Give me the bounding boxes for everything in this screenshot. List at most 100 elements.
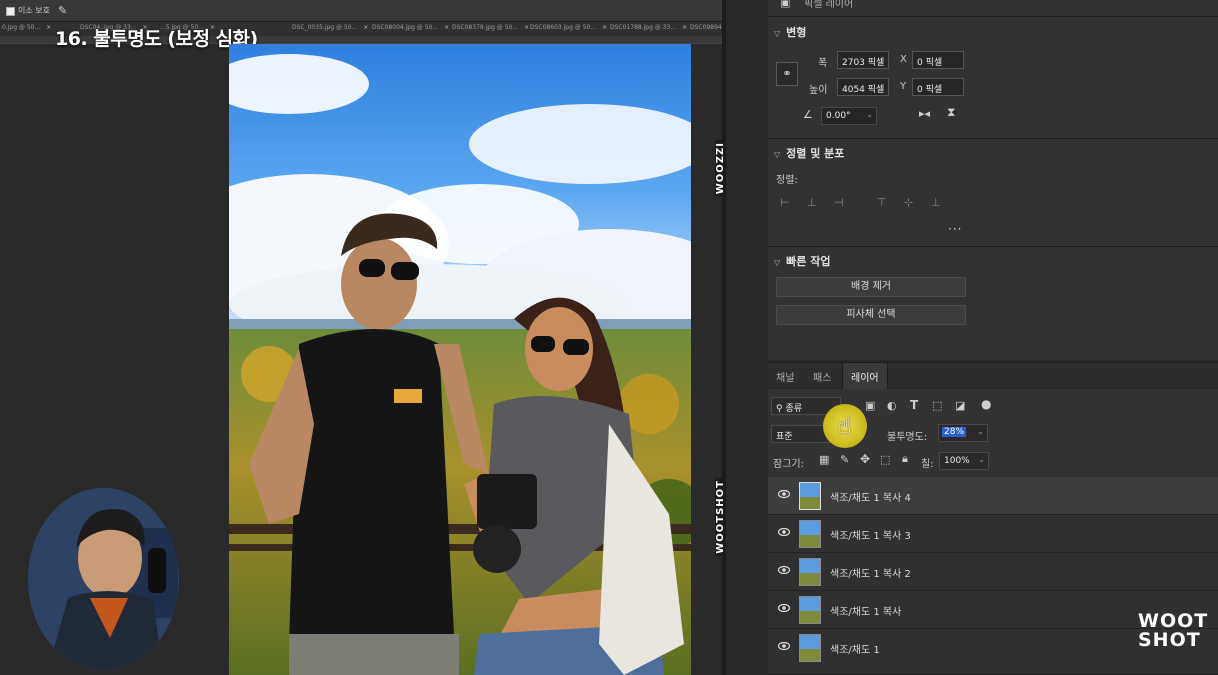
height-label: 높이 bbox=[809, 85, 828, 96]
chevron-down-icon[interactable]: ⌄ bbox=[866, 110, 873, 119]
lock-artboard-icon[interactable]: ⬚ bbox=[880, 453, 890, 466]
width-label: 폭 bbox=[818, 58, 828, 69]
pixel-filter-icon[interactable]: ▣ bbox=[865, 399, 875, 412]
blend-mode-dropdown[interactable]: 표준 bbox=[771, 425, 831, 443]
protect-checkbox[interactable] bbox=[6, 7, 15, 16]
align-middle-icon[interactable]: ⊹ bbox=[904, 196, 913, 209]
visibility-eye-icon[interactable] bbox=[778, 603, 790, 613]
layer-row[interactable]: 색조/채도 1 복사 2 bbox=[768, 553, 1218, 591]
separator bbox=[768, 138, 1218, 139]
close-icon[interactable]: × bbox=[524, 24, 529, 31]
tab-layers[interactable]: 레이어 bbox=[842, 363, 888, 389]
doc-tab[interactable]: DSC08603.jpg @ 50... × bbox=[530, 24, 607, 31]
document-canvas-photo[interactable] bbox=[229, 44, 691, 675]
doc-tab-label: DSC01788.jpg @ 33... bbox=[610, 24, 677, 31]
hand-cursor-icon: ☝ bbox=[838, 414, 852, 439]
options-bar: 이소 보호 ✎ bbox=[0, 0, 722, 22]
smart-object-filter-icon[interactable]: ◪ bbox=[955, 399, 965, 412]
close-icon[interactable]: × bbox=[444, 24, 449, 31]
brush-icon[interactable]: ✎ bbox=[58, 4, 67, 17]
align-center-icon[interactable]: ⊥ bbox=[807, 196, 817, 209]
filter-toggle-icon[interactable]: ● bbox=[981, 397, 991, 411]
fill-value: 100% bbox=[944, 456, 970, 466]
visibility-eye-icon[interactable] bbox=[778, 527, 790, 537]
layer-filter-label: 종류 bbox=[785, 404, 803, 414]
chevron-down-icon: ▽ bbox=[774, 29, 781, 38]
select-subject-button[interactable]: 피사체 선택 bbox=[776, 305, 966, 325]
separator bbox=[768, 246, 1218, 247]
doc-tab-label: DSC_0035.jpg @ 50... bbox=[292, 24, 358, 31]
x-field[interactable]: 0 픽셀 bbox=[912, 51, 964, 69]
angle-icon: ∠ bbox=[803, 108, 813, 121]
visibility-eye-icon[interactable] bbox=[778, 489, 790, 499]
doc-tab[interactable]: DSC08379.jpg @ 50... × bbox=[452, 24, 529, 31]
angle-field[interactable]: 0.00° ⌄ bbox=[821, 107, 877, 125]
layer-row[interactable]: 색조/채도 1 복사 3 bbox=[768, 515, 1218, 553]
align-section-header[interactable]: ▽ 정렬 및 분포 bbox=[774, 145, 844, 161]
align-title: 정렬 및 분포 bbox=[786, 147, 845, 160]
align-top-icon[interactable]: ⊤ bbox=[877, 196, 887, 209]
layer-name: 색조/채도 1 복사 4 bbox=[830, 493, 911, 504]
tab-channels[interactable]: 채널 bbox=[776, 369, 794, 384]
doc-tab[interactable]: DSC_0035.jpg @ 50... × bbox=[292, 24, 368, 31]
properties-type-label: 픽셀 레이어 bbox=[804, 0, 854, 10]
close-icon[interactable]: × bbox=[46, 24, 51, 31]
chevron-down-icon[interactable]: ⌄ bbox=[977, 427, 984, 436]
link-dimensions-icon[interactable]: ⚭ bbox=[776, 62, 798, 86]
more-options-icon[interactable]: ··· bbox=[948, 222, 962, 236]
lock-position-icon[interactable]: ✥ bbox=[860, 452, 870, 466]
step-title: 16. 불투명도 (보정 심화) bbox=[55, 28, 258, 50]
visibility-eye-icon[interactable] bbox=[778, 565, 790, 575]
close-icon[interactable]: × bbox=[363, 24, 368, 31]
chevron-down-icon[interactable]: ⌄ bbox=[978, 455, 985, 464]
y-label: Y bbox=[900, 81, 907, 92]
photo-illustration bbox=[229, 44, 691, 675]
lock-pixels-icon[interactable]: ✎ bbox=[840, 453, 849, 466]
flip-vertical-icon[interactable]: ⧗ bbox=[947, 105, 955, 120]
layer-thumbnail bbox=[799, 634, 821, 662]
opacity-field[interactable]: 28% ⌄ bbox=[938, 424, 988, 442]
presenter-portrait bbox=[28, 488, 179, 670]
quick-actions-title: 빠른 작업 bbox=[786, 255, 831, 268]
doc-tab[interactable]: 0.jpg @ 50... × bbox=[2, 24, 51, 31]
align-right-icon[interactable]: ⊣ bbox=[834, 196, 844, 209]
remove-background-button[interactable]: 배경 제거 bbox=[776, 277, 966, 297]
align-left-icon[interactable]: ⊢ bbox=[780, 196, 790, 209]
align-bottom-icon[interactable]: ⊥ bbox=[931, 196, 941, 209]
watermark-woozzi: WOOZZI bbox=[715, 140, 726, 197]
lock-all-icon[interactable]: 🔒︎ bbox=[902, 452, 908, 466]
chevron-down-icon: ▽ bbox=[774, 258, 781, 267]
opacity-label: 불투명도: bbox=[887, 432, 928, 443]
y-field[interactable]: 0 픽셀 bbox=[912, 78, 964, 96]
lock-transparency-icon[interactable]: ▦ bbox=[819, 453, 829, 466]
flip-horizontal-icon[interactable]: ▸◂ bbox=[919, 107, 930, 120]
layer-name: 색조/채도 1 복사 bbox=[830, 607, 902, 618]
transform-section-header[interactable]: ▽ 변형 bbox=[774, 24, 806, 40]
close-icon[interactable]: × bbox=[682, 24, 687, 31]
layer-thumbnail bbox=[799, 596, 821, 624]
layer-row[interactable]: 색조/채도 1 복사 4 bbox=[768, 477, 1218, 515]
shape-filter-icon[interactable]: ⬚ bbox=[932, 399, 942, 412]
chevron-down-icon: ▽ bbox=[774, 150, 781, 159]
adjustment-filter-icon[interactable]: ◐ bbox=[887, 399, 897, 412]
doc-tab-label: 0.jpg @ 50... bbox=[2, 24, 41, 31]
separator bbox=[768, 16, 1218, 17]
transform-title: 변형 bbox=[786, 26, 807, 39]
angle-value: 0.00° bbox=[826, 111, 851, 121]
visibility-eye-icon[interactable] bbox=[778, 641, 790, 651]
wootshot-logo: WOOT SHOT bbox=[1138, 612, 1207, 650]
width-field[interactable]: 2703 픽셀 bbox=[837, 51, 889, 69]
layer-name: 색조/채도 1 복사 2 bbox=[830, 569, 911, 580]
type-filter-icon[interactable]: T bbox=[910, 398, 918, 412]
layer-thumbnail bbox=[799, 558, 821, 586]
height-field[interactable]: 4054 픽셀 bbox=[837, 78, 889, 96]
doc-tab[interactable]: DSC01788.jpg @ 33... × bbox=[610, 24, 687, 31]
tab-paths[interactable]: 패스 bbox=[813, 369, 831, 384]
doc-tab[interactable]: DSC08004.jpg @ 50... × bbox=[372, 24, 449, 31]
watermark-wootshot: WOOTSHOT bbox=[715, 478, 726, 556]
close-icon[interactable]: × bbox=[602, 24, 607, 31]
fill-field[interactable]: 100% ⌄ bbox=[939, 452, 989, 470]
quick-actions-header[interactable]: ▽ 빠른 작업 bbox=[774, 253, 830, 269]
opacity-value: 28% bbox=[942, 427, 967, 437]
presenter-webcam bbox=[28, 488, 179, 670]
